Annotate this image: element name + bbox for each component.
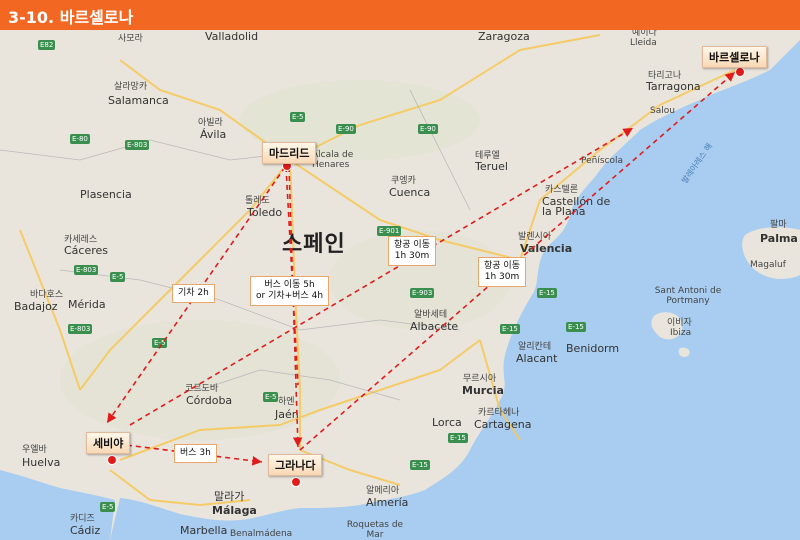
seville-marker[interactable] xyxy=(107,455,117,465)
route-label-line: 항공 이동 xyxy=(484,261,520,271)
city-box-granada[interactable]: 그라나다 xyxy=(268,454,323,476)
route-madrid-granada xyxy=(288,166,303,448)
route-label-line: 1h 30m xyxy=(484,272,520,282)
city-box-barcelona[interactable]: 바르셀로나 xyxy=(702,46,767,68)
route-label-granada-barcelona: 항공 이동 1h 30m xyxy=(478,257,526,287)
route-label-line: 1h 30m xyxy=(394,251,430,261)
route-label-madrid-granada: 버스 이동 5h or 기차+버스 4h xyxy=(250,276,330,306)
granada-marker[interactable] xyxy=(291,477,301,487)
barcelona-marker[interactable] xyxy=(735,67,745,77)
route-label-line: 항공 이동 xyxy=(394,240,430,250)
city-box-madrid[interactable]: 마드리드 xyxy=(262,142,317,164)
city-box-seville[interactable]: 세비야 xyxy=(86,432,131,454)
route-label-line: or 기차+버스 4h xyxy=(256,291,324,301)
route-seville-barcelona xyxy=(129,127,634,426)
page-title: 3-10. 바르셀로나 xyxy=(8,8,134,27)
map-view[interactable]: Valladolid Zaragoza 예이다 Lleida 사모라 살라망카 … xyxy=(0,30,800,540)
route-label-line: 버스 이동 5h xyxy=(264,280,315,290)
title-bar: 3-10. 바르셀로나 xyxy=(0,0,800,30)
route-label-seville-granada: 버스 3h xyxy=(174,444,217,463)
route-overlay xyxy=(106,71,736,466)
route-label-madrid-seville: 기차 2h xyxy=(172,284,215,303)
route-label-seville-barcelona: 항공 이동 1h 30m xyxy=(388,236,436,266)
